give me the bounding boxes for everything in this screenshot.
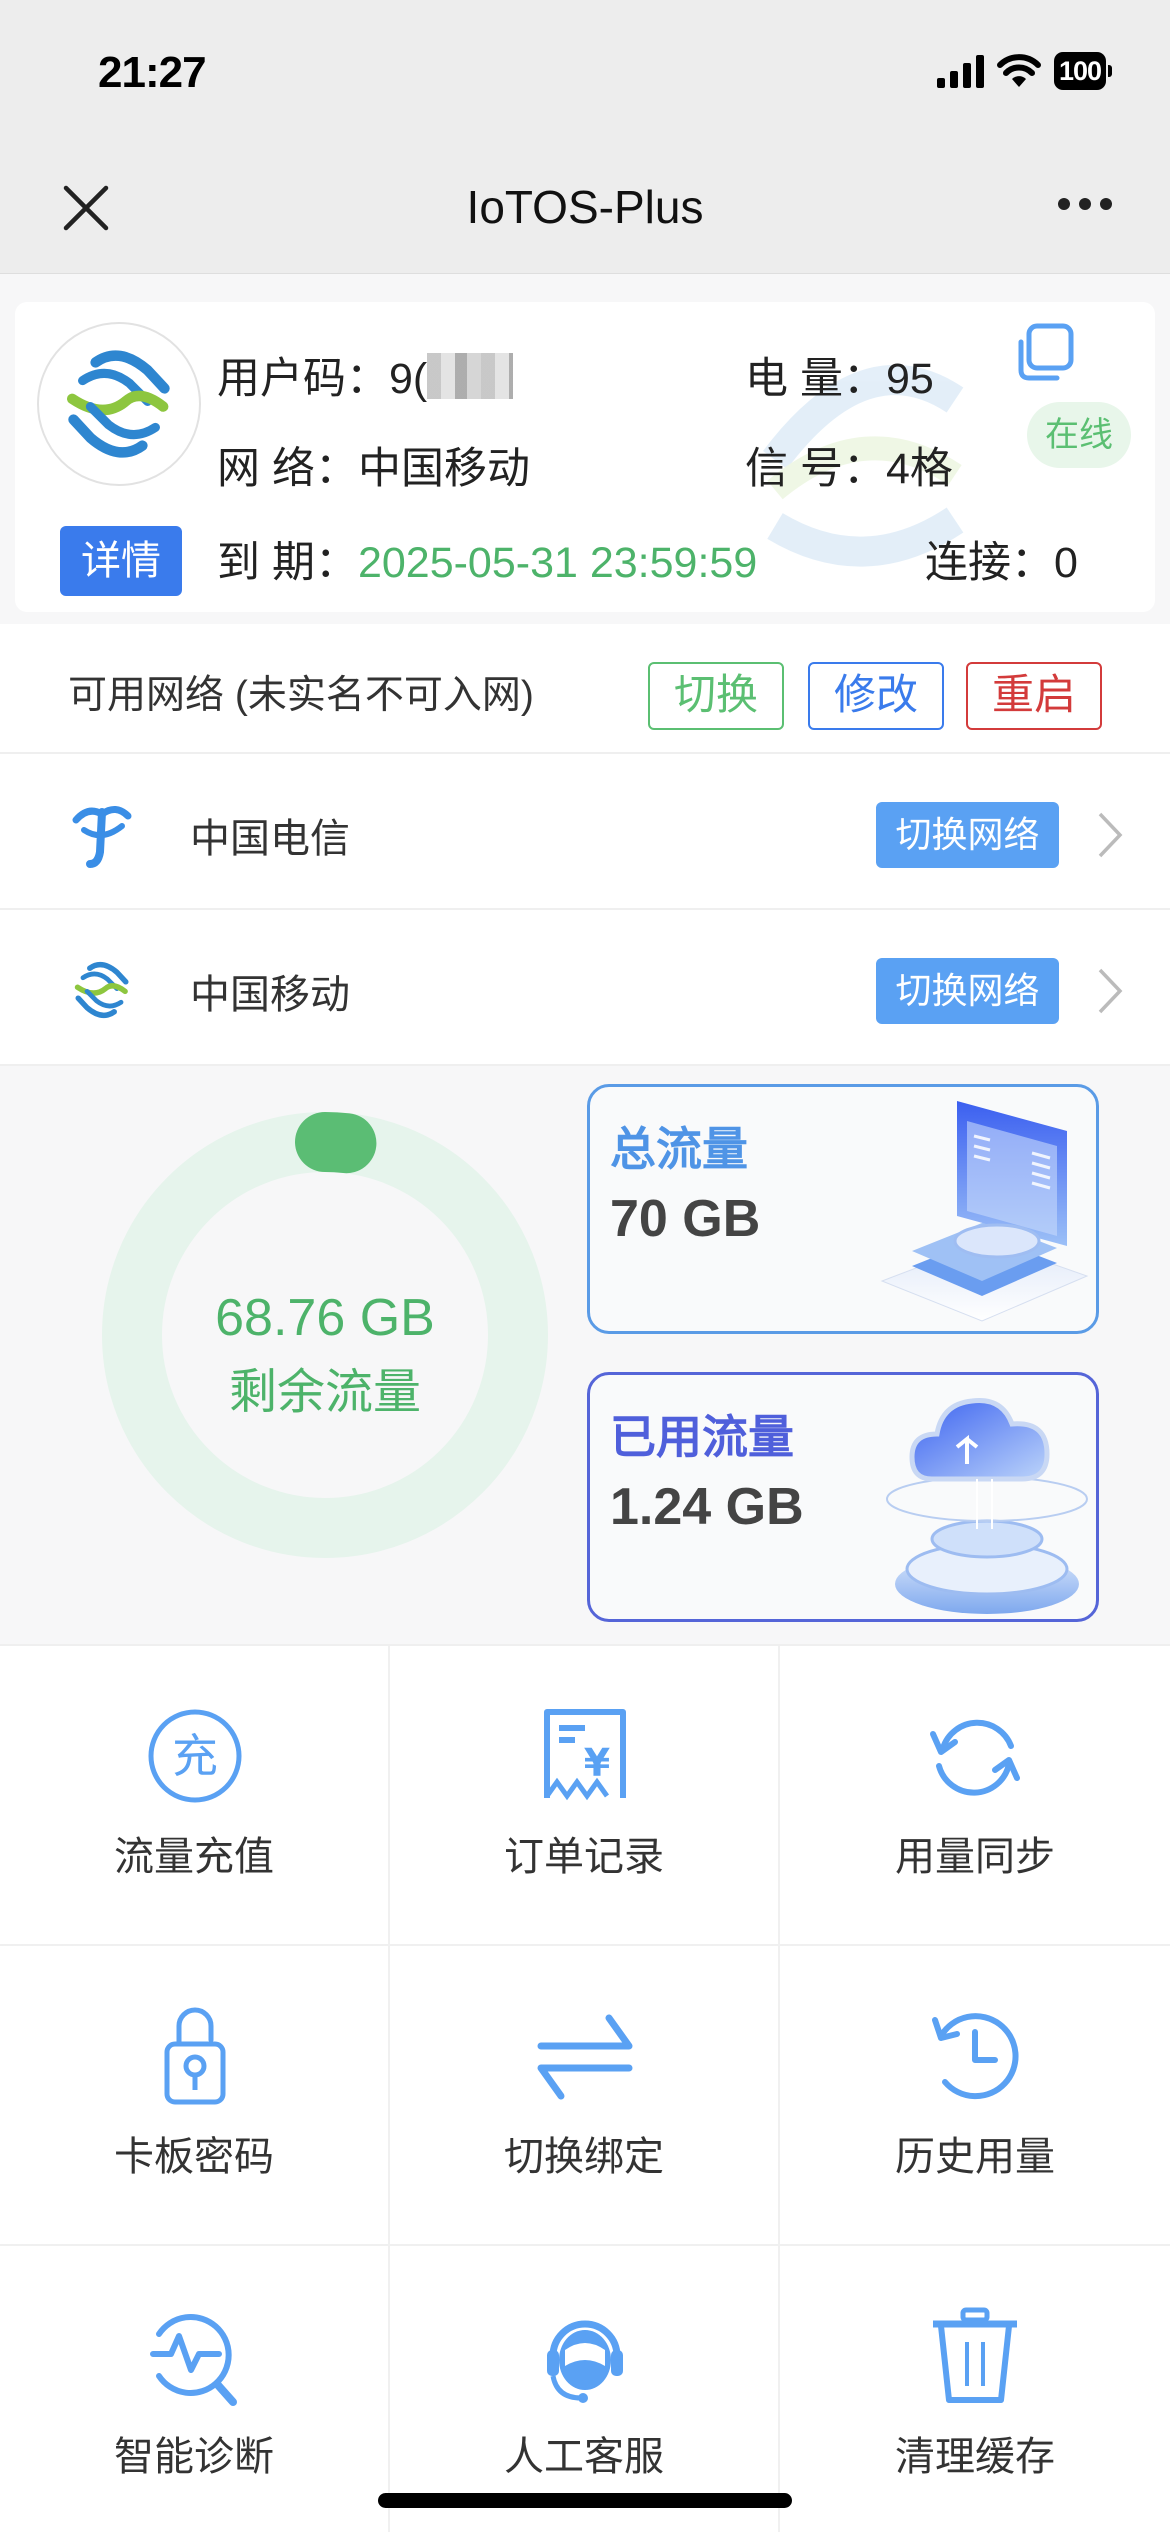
china-mobile-logo-icon	[67, 350, 170, 458]
customer-service-icon	[547, 2320, 623, 2403]
more-icon[interactable]	[1058, 198, 1112, 210]
switch-arrows-icon	[537, 2014, 633, 2100]
status-bar: 21:27 100	[0, 0, 1170, 150]
chevron-right-icon	[1098, 968, 1123, 1014]
cloud-illustration-icon	[886, 1397, 1088, 1614]
battery-row: 电 量：95	[745, 344, 934, 406]
diagnosis-icon	[150, 2314, 237, 2406]
grid-item-label: 流量充值	[114, 1835, 274, 1879]
chevron-right-icon	[1098, 812, 1123, 858]
signal-row: 信 号：4格	[745, 434, 953, 496]
user-code-row: 用户码：9(	[217, 344, 514, 406]
grid-item-orders[interactable]: ¥ 订单记录	[390, 1646, 780, 1946]
china-mobile-icon	[74, 961, 129, 1019]
used-traffic-value: 1.24 GB	[610, 1478, 804, 1536]
page-title: IoTOS-Plus	[466, 181, 704, 233]
total-traffic-value: 70 GB	[610, 1190, 761, 1248]
grid-item-label: 智能诊断	[114, 2435, 274, 2479]
user-code-label: 用户码：	[217, 355, 389, 403]
grid-item-diagnosis[interactable]: 智能诊断	[0, 2246, 390, 2532]
function-grid: 充 流量充值 ¥ 订单记录 用量同步 卡板密码 切换绑定 历史用量 智能诊断 人…	[0, 1644, 1170, 2532]
china-telecom-icon	[72, 806, 132, 868]
expiry-label: 到 期：	[217, 539, 358, 587]
user-code-mask	[427, 353, 514, 399]
battery-value: 95	[885, 355, 934, 403]
status-badge: 在线	[1027, 402, 1131, 468]
remaining-traffic-value: 68.76 GB	[215, 1289, 435, 1347]
grid-item-label: 人工客服	[504, 2435, 664, 2479]
network-name: 中国电信	[190, 817, 350, 861]
network-item-china-telecom[interactable]: 中国电信 切换网络	[0, 754, 1170, 910]
grid-item-customer-service[interactable]: 人工客服	[390, 2246, 780, 2532]
recharge-icon: 充	[148, 1709, 242, 1803]
grid-item-sync[interactable]: 用量同步	[780, 1646, 1170, 1946]
signal-value: 4格	[885, 445, 953, 493]
ring-progress	[295, 1111, 377, 1174]
user-code-value: 9(	[389, 355, 428, 403]
grid-item-label: 切换绑定	[504, 2135, 664, 2179]
signal-icon	[936, 54, 984, 88]
grid-item-clear-cache[interactable]: 清理缓存	[780, 2246, 1170, 2532]
lock-icon	[164, 2007, 226, 2105]
server-illustration-icon	[880, 1101, 1089, 1322]
expiry-row: 到 期：2025-05-31 23:59:59	[217, 528, 757, 590]
networks-header: 可用网络 (未实名不可入网) 切换 修改 重启	[0, 624, 1170, 754]
history-icon	[932, 2013, 1019, 2100]
battery-icon: 100	[1053, 52, 1112, 90]
grid-item-recharge[interactable]: 充 流量充值	[0, 1646, 390, 1946]
svg-text:¥: ¥	[584, 1741, 610, 1785]
network-item-china-mobile[interactable]: 中国移动 切换网络	[0, 910, 1170, 1066]
grid-item-label: 历史用量	[895, 2135, 1055, 2179]
operator-logo	[37, 322, 201, 486]
detail-button[interactable]: 详情	[60, 526, 182, 596]
connection-row: 连接：0	[925, 528, 1078, 590]
grid-item-label: 卡板密码	[114, 2135, 274, 2179]
network-label: 网 络：	[217, 445, 358, 493]
grid-item-label: 订单记录	[504, 1835, 664, 1879]
restart-button[interactable]: 重启	[966, 662, 1102, 730]
receipt-icon: ¥	[544, 1709, 626, 1801]
home-indicator[interactable]	[378, 2493, 792, 2508]
sync-icon	[930, 1719, 1020, 1796]
device-info-section: 详情 用户码：9( 电 量：95 网 络：中国移动 信 号：4格 在线 到 期：…	[0, 274, 1170, 624]
connection-value: 0	[1054, 539, 1078, 587]
total-traffic-label: 总流量	[610, 1123, 748, 1175]
status-time: 21:27	[98, 48, 207, 97]
device-info-card: 详情 用户码：9( 电 量：95 网 络：中国移动 信 号：4格 在线 到 期：…	[15, 302, 1155, 612]
connection-label: 连接：	[925, 539, 1054, 587]
grid-item-label: 清理缓存	[895, 2435, 1055, 2479]
traffic-section: 68.76 GB 剩余流量 总流量 70 GB 已用流量 1.24 GB	[0, 1068, 1170, 1644]
grid-item-card-password[interactable]: 卡板密码	[0, 1946, 390, 2246]
networks-title: 可用网络 (未实名不可入网)	[68, 674, 534, 717]
trash-icon	[933, 2307, 1017, 2403]
grid-item-history[interactable]: 历史用量	[780, 1946, 1170, 2246]
used-traffic-label: 已用流量	[610, 1411, 794, 1463]
available-networks-section: 可用网络 (未实名不可入网) 切换 修改 重启 中国电信 切换网络 中国移动 切…	[0, 624, 1170, 1066]
grid-item-switch-binding[interactable]: 切换绑定	[390, 1946, 780, 2246]
switch-network-button[interactable]: 切换网络	[876, 958, 1059, 1024]
signal-label: 信 号：	[745, 445, 886, 493]
wifi-icon	[996, 54, 1041, 87]
battery-label: 电 量：	[745, 355, 886, 403]
nav-bar: IoTOS-Plus	[0, 150, 1170, 274]
remaining-traffic-label: 剩余流量	[228, 1366, 421, 1419]
battery-level: 100	[1053, 52, 1106, 90]
network-name: 中国移动	[190, 973, 350, 1017]
copy-icon[interactable]	[1015, 322, 1077, 384]
svg-text:充: 充	[172, 1729, 218, 1783]
switch-button[interactable]: 切换	[648, 662, 784, 730]
used-traffic-card: 已用流量 1.24 GB	[587, 1372, 1099, 1622]
expiry-value: 2025-05-31 23:59:59	[357, 539, 758, 587]
total-traffic-card: 总流量 70 GB	[587, 1084, 1099, 1334]
switch-network-button[interactable]: 切换网络	[876, 802, 1059, 868]
modify-button[interactable]: 修改	[808, 662, 944, 730]
status-icons: 100	[936, 52, 1112, 90]
network-row: 网 络：中国移动	[217, 434, 530, 496]
grid-item-label: 用量同步	[895, 1835, 1055, 1879]
network-value: 中国移动	[357, 445, 530, 493]
